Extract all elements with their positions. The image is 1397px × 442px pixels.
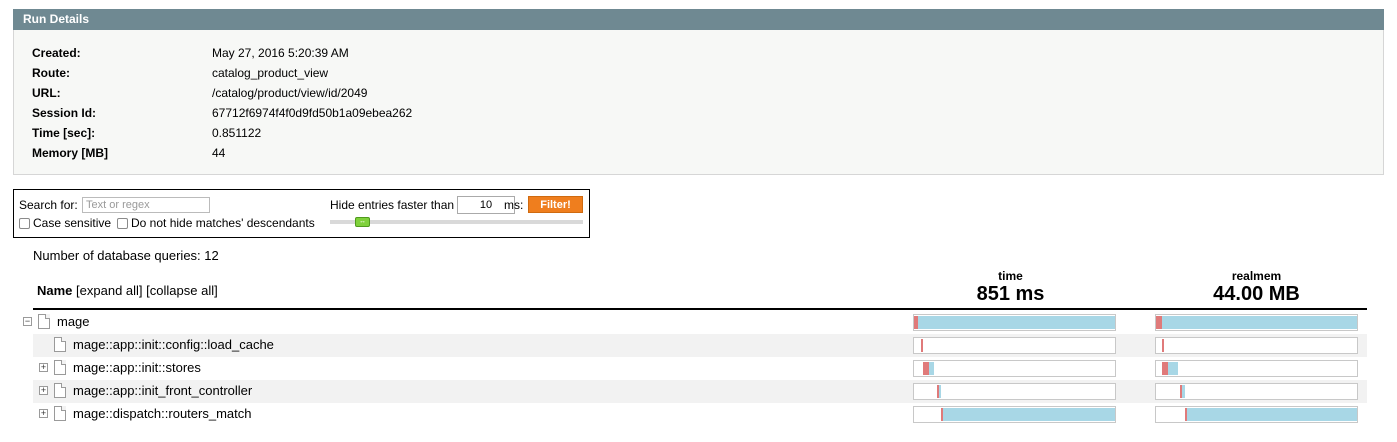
detail-value: 0.851122 [212, 126, 262, 140]
detail-value: /catalog/product/view/id/2049 [212, 86, 368, 100]
realmem-bar-own-fill [1185, 408, 1187, 421]
detail-label: URL: [32, 86, 61, 100]
detail-label: Session Id: [32, 106, 97, 120]
db-query-count: Number of database queries: 12 [33, 248, 219, 263]
detail-value: catalog_product_view [212, 66, 329, 80]
tree-row[interactable]: + mage::app::init_front_controller [33, 380, 1367, 403]
header-divider [33, 308, 1367, 310]
tree-row[interactable]: + mage::app::init::stores [33, 357, 1367, 380]
time-column-label: time [998, 269, 1023, 283]
time-bar [913, 406, 1116, 423]
expand-icon[interactable]: + [39, 409, 48, 418]
search-input[interactable] [82, 197, 210, 213]
realmem-bar-own-fill [1156, 316, 1162, 329]
time-bar [913, 337, 1116, 354]
name-column-header: Name [expand all] [collapse all] [37, 283, 218, 298]
realmem-column-total: 44.00 MB [1213, 283, 1300, 305]
case-sensitive-label: Case sensitive [33, 216, 112, 230]
tree-row-name: mage::dispatch::routers_match [73, 406, 252, 421]
realmem-bar-own-fill [1162, 339, 1164, 352]
tree-row-name: mage::app::init_front_controller [73, 383, 253, 398]
tree-row-name: mage::app::init::stores [73, 360, 201, 375]
document-icon [38, 314, 50, 329]
filter-button[interactable]: Filter! [528, 196, 583, 213]
expand-icon[interactable]: + [39, 386, 48, 395]
ms-label: ms: [504, 198, 524, 212]
realmem-bar [1155, 360, 1358, 377]
run-details-panel: Created: May 27, 2016 5:20:39 AM Route: … [13, 30, 1384, 175]
tree-row[interactable]: − mage [23, 311, 1367, 334]
realmem-bar-total-fill [1156, 316, 1357, 329]
expand-all-link[interactable]: [expand all] [76, 283, 143, 298]
descendants-checkbox[interactable] [117, 218, 128, 229]
name-header-label: Name [37, 283, 73, 298]
time-bar-own-fill [921, 339, 923, 352]
realmem-bar [1155, 383, 1358, 400]
document-icon [54, 337, 66, 352]
tree-row-name: mage [57, 314, 90, 329]
time-column-total: 851 ms [976, 283, 1045, 305]
realmem-bar-own-fill [1162, 362, 1168, 375]
realmem-bar [1155, 406, 1358, 423]
realmem-column-label: realmem [1231, 269, 1282, 283]
detail-label: Memory [MB] [32, 146, 109, 160]
tree-row[interactable]: mage::app::init::config::load_cache [33, 334, 1367, 357]
time-bar-own-fill [941, 408, 943, 421]
realmem-bar [1155, 314, 1358, 331]
time-bar-own-fill [923, 362, 929, 375]
detail-value: May 27, 2016 5:20:39 AM [212, 46, 349, 60]
run-details-header: Run Details [13, 9, 1384, 30]
time-bar [913, 360, 1116, 377]
time-bar [913, 383, 1116, 400]
filter-form: Search for: Case sensitive Do not hide m… [13, 189, 590, 238]
hide-entries-label: Hide entries faster than [330, 198, 455, 212]
time-bar [913, 314, 1116, 331]
detail-value: 44 [212, 146, 226, 160]
slider-handle-icon[interactable]: ↔ [355, 217, 370, 227]
time-bar-own-fill [914, 316, 918, 329]
time-bar-own-fill [937, 385, 939, 398]
expand-icon[interactable]: + [39, 363, 48, 372]
time-bar-total-fill [914, 316, 1115, 329]
detail-label: Created: [32, 46, 81, 60]
detail-label: Route: [32, 66, 70, 80]
collapse-all-link[interactable]: [collapse all] [146, 283, 218, 298]
tree-row[interactable]: + mage::dispatch::routers_match [33, 403, 1367, 426]
descendants-label: Do not hide matches' descendants [131, 216, 315, 230]
time-bar-total-fill [941, 408, 1115, 421]
document-icon [54, 406, 66, 421]
document-icon [54, 383, 66, 398]
realmem-bar-total-fill [1185, 408, 1357, 421]
document-icon [54, 360, 66, 375]
realmem-bar-own-fill [1180, 385, 1182, 398]
detail-label: Time [sec]: [32, 126, 96, 140]
search-label: Search for: [19, 198, 78, 212]
realmem-bar [1155, 337, 1358, 354]
tree-row-name: mage::app::init::config::load_cache [73, 337, 274, 352]
detail-value: 67712f6974f4f0d9fd50b1a09ebea262 [212, 106, 413, 120]
collapse-icon[interactable]: − [23, 317, 32, 326]
case-sensitive-checkbox[interactable] [19, 218, 30, 229]
